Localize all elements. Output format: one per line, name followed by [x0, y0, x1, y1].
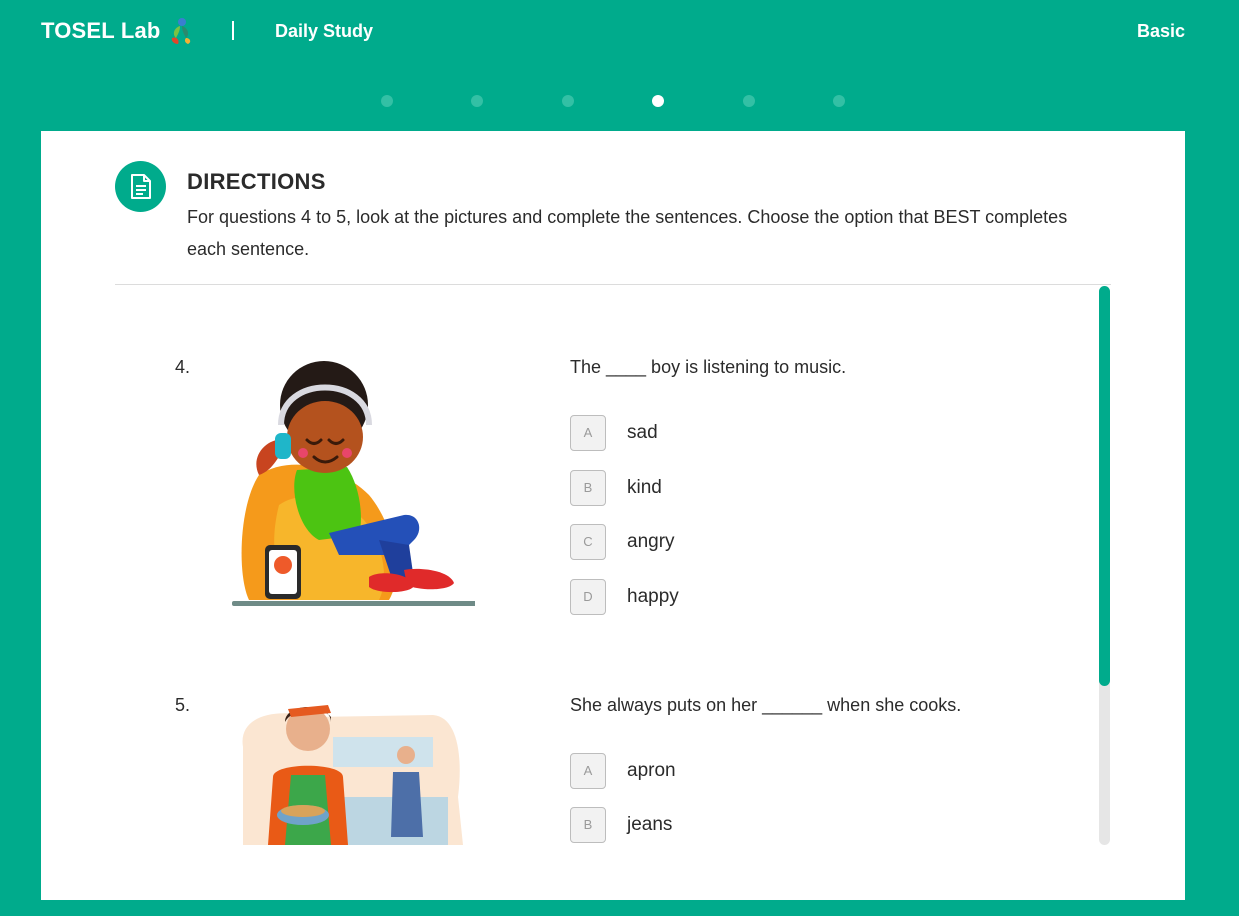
question-4-option-d[interactable]: D happy [570, 579, 870, 615]
document-icon [115, 161, 166, 212]
option-letter-badge[interactable]: B [570, 470, 606, 506]
question-5-option-a[interactable]: A apron [570, 753, 870, 789]
question-4-option-b[interactable]: B kind [570, 470, 870, 506]
progress-dot-3[interactable] [562, 95, 574, 107]
option-text[interactable]: kind [627, 477, 662, 499]
progress-dot-2[interactable] [471, 95, 483, 107]
boy-listening-music-image [232, 361, 475, 606]
level-label: Basic [1136, 21, 1185, 41]
option-text[interactable]: apron [627, 760, 676, 782]
option-letter-badge[interactable]: D [570, 579, 606, 615]
scrollbar-thumb[interactable] [1099, 286, 1110, 686]
option-text[interactable]: happy [627, 586, 679, 608]
question-4-number: 4. [175, 357, 191, 377]
question-4-sentence: The ____ boy is listening to music. [570, 357, 847, 377]
progress-dot-4-current[interactable] [652, 95, 664, 107]
option-letter-badge[interactable]: A [570, 753, 606, 789]
question-4-option-a[interactable]: A sad [570, 415, 870, 451]
option-text[interactable]: sad [627, 422, 658, 444]
option-text[interactable]: jeans [627, 814, 672, 836]
question-card: DIRECTIONS For questions 4 to 5, look at… [41, 131, 1185, 900]
directions-text: For questions 4 to 5, look at the pictur… [187, 207, 1068, 259]
question-5-sentence: She always puts on her ______ when she c… [570, 695, 962, 715]
option-letter-badge[interactable]: B [570, 807, 606, 843]
option-text[interactable]: angry [627, 531, 675, 553]
directions-title: DIRECTIONS [187, 169, 326, 194]
progress-dot-5[interactable] [743, 95, 755, 107]
progress-dot-6[interactable] [833, 95, 845, 107]
top-bar: TOSEL Lab Daily Study Basic [0, 0, 1239, 64]
header-divider [232, 21, 234, 40]
questions-scroll-area[interactable]: 4. The ____ boy is listening to music. A… [115, 285, 1115, 845]
question-4-option-c[interactable]: C angry [570, 524, 870, 560]
section-title: Daily Study [275, 21, 374, 41]
brand-logo-icon [171, 18, 191, 44]
option-letter-badge[interactable]: C [570, 524, 606, 560]
option-letter-badge[interactable]: A [570, 415, 606, 451]
progress-indicator [381, 95, 851, 107]
woman-cooking-image [242, 705, 463, 845]
question-5-option-b[interactable]: B jeans [570, 807, 870, 843]
question-5-number: 5. [175, 695, 191, 715]
brand-name[interactable]: TOSEL Lab [41, 18, 161, 44]
progress-dot-1[interactable] [381, 95, 393, 107]
